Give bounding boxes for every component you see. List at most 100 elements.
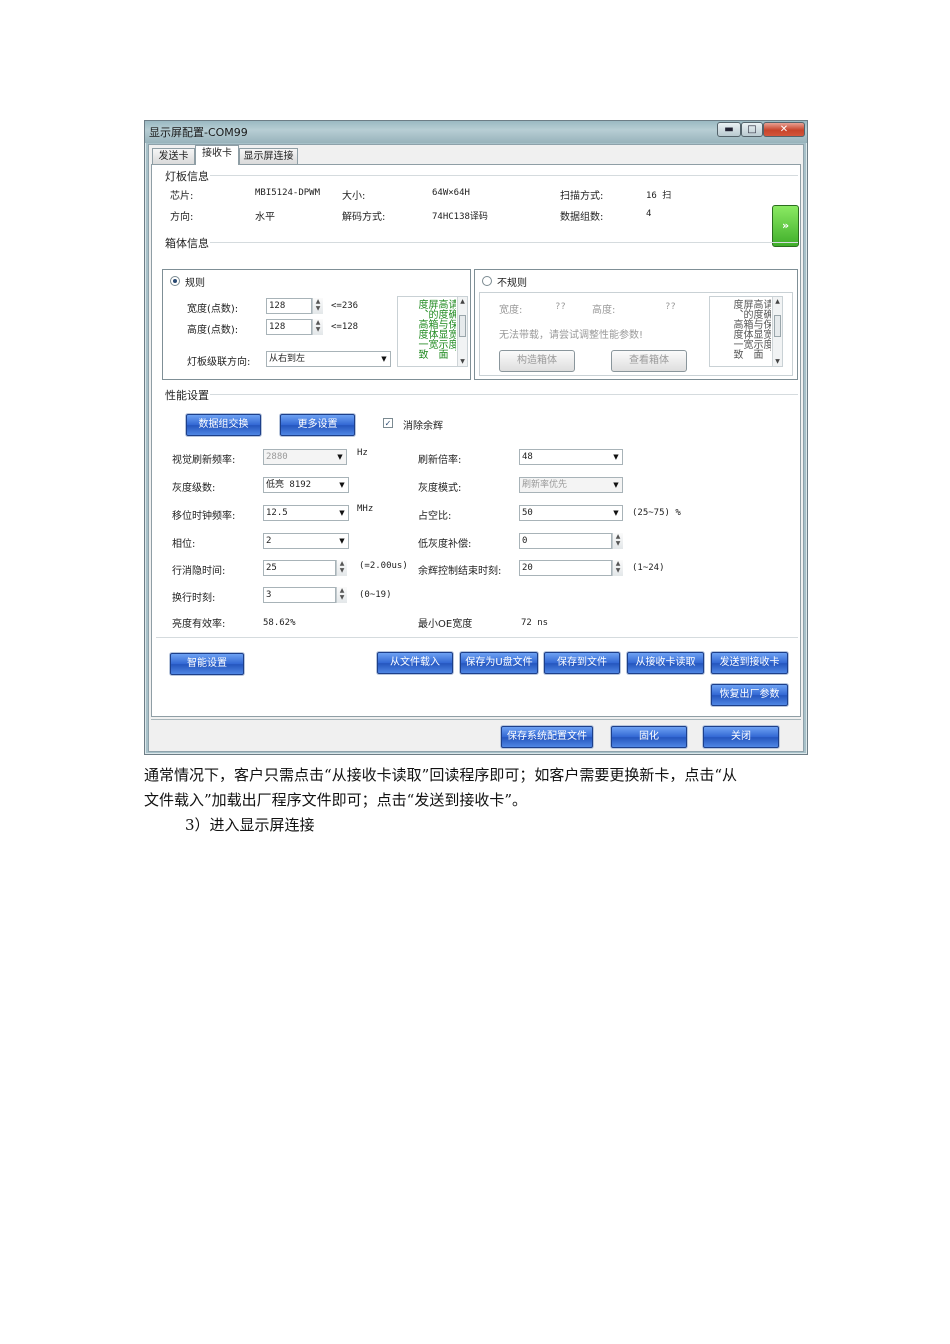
box-height-spinner[interactable]: ▲ ▼ xyxy=(312,319,323,335)
minimize-button[interactable]: ▬ xyxy=(717,122,741,137)
brightness-eff-label: 亮度有效率: xyxy=(172,619,226,630)
close-button[interactable]: 关闭 xyxy=(703,726,779,748)
irregular-label: 不规则 xyxy=(497,278,527,289)
irregular-box-group: 不规则 宽度: ?? 高度: ?? 无法带载，请尝试调整性能参数! 构造箱体 查… xyxy=(474,269,798,380)
gray-mode-select[interactable]: 刷新率优先 xyxy=(519,477,623,493)
chevron-down-icon[interactable]: ▼ xyxy=(610,450,622,464)
phase-label: 相位: xyxy=(172,539,196,550)
close-icon: ✕ xyxy=(779,124,789,135)
low-gray-input[interactable]: 0 xyxy=(519,533,612,549)
irregular-height-value: ?? xyxy=(665,302,676,312)
solidify-button[interactable]: 固化 xyxy=(611,726,687,748)
minimize-icon: ▬ xyxy=(724,124,734,135)
ghost-elimination-label: 消除余辉 xyxy=(403,421,443,432)
shift-clock-label: 移位时钟频率: xyxy=(172,511,236,522)
save-system-config-button[interactable]: 保存系统配置文件 xyxy=(501,726,593,748)
close-window-button[interactable]: ✕ xyxy=(763,122,805,137)
irregular-height-label: 高度: xyxy=(592,305,616,316)
refresh-multiple-select[interactable]: 48 xyxy=(519,449,623,465)
cascade-select[interactable]: 从右到左 xyxy=(266,351,391,367)
afterglow-end-input[interactable]: 20 xyxy=(519,560,612,576)
cascade-label: 灯板级联方向: xyxy=(187,357,251,368)
irregular-hint-scrollbar[interactable]: ▲ ▼ xyxy=(772,297,782,366)
box-width-label: 宽度(点数): xyxy=(187,304,239,315)
irregular-hint-text: 请确保宽度、高度与显示面屏的箱体宽度、高度一致 xyxy=(731,299,771,359)
blanking-input[interactable]: 25 xyxy=(263,560,336,576)
irregular-hint-frame: 请确保宽度、高度与显示面屏的箱体宽度、高度一致 ▲ ▼ xyxy=(709,296,783,367)
afterglow-end-spinner[interactable]: ▲ ▼ xyxy=(612,560,623,576)
afterglow-end-label: 余辉控制结束时刻: xyxy=(418,566,502,577)
irregular-warning: 无法带载，请尝试调整性能参数! xyxy=(499,330,644,341)
visual-refresh-label: 视觉刷新频率: xyxy=(172,455,236,466)
duty-range: (25~75) % xyxy=(632,508,681,518)
chip-value: MBI5124-DPWM xyxy=(255,188,321,198)
save-usb-file-button[interactable]: 保存为U盘文件 xyxy=(460,652,538,674)
low-gray-spinner[interactable]: ▲ ▼ xyxy=(612,533,623,549)
lamp-info-divider xyxy=(210,175,798,176)
regular-radio[interactable] xyxy=(170,276,180,286)
direction-value: 水平 xyxy=(255,212,275,223)
blanking-spinner[interactable]: ▲ ▼ xyxy=(336,560,347,576)
construct-box-button[interactable]: 构造箱体 xyxy=(499,350,575,372)
blanking-label: 行消隐时间: xyxy=(172,566,226,577)
decode-label: 解码方式: xyxy=(342,212,386,223)
gray-level-label: 灰度级数: xyxy=(172,483,216,494)
line-change-input[interactable]: 3 xyxy=(263,587,336,603)
tab-receive-card[interactable]: 接收卡 xyxy=(195,145,239,165)
instruction-paragraph-line2: 文件载入”加载出厂程序文件即可；点击“发送到接收卡”。 xyxy=(144,791,528,809)
line-change-label: 换行时刻: xyxy=(172,593,216,604)
window-title: 显示屏配置-COM99 xyxy=(149,126,248,139)
actions-divider xyxy=(156,637,798,638)
smart-setup-button[interactable]: 智能设置 xyxy=(170,653,244,675)
data-groups-label: 数据组数: xyxy=(560,212,604,223)
view-box-button[interactable]: 查看箱体 xyxy=(611,350,687,372)
duty-label: 占空比: xyxy=(418,511,452,522)
min-oe-label: 最小OE宽度 xyxy=(418,619,473,630)
chevron-down-icon[interactable]: ▼ xyxy=(336,534,348,548)
chevron-down-icon: ▼ xyxy=(613,481,619,489)
instruction-paragraph-line1: 通常情况下，客户只需点击“从接收卡读取”回读程序即可；如客户需要更换新卡，点击“… xyxy=(144,766,738,784)
more-settings-button[interactable]: 更多设置 xyxy=(280,414,355,436)
next-step-button[interactable]: » xyxy=(772,205,799,247)
box-height-input[interactable]: 128 xyxy=(266,319,312,335)
chevron-down-icon[interactable]: ▼ xyxy=(378,352,390,366)
irregular-width-label: 宽度: xyxy=(499,305,523,316)
box-width-spinner[interactable]: ▲ ▼ xyxy=(312,298,323,314)
regular-hint-frame: 请确保宽度、高度与显示面屏的箱体宽度、高度一致 ▲ ▼ xyxy=(397,296,468,367)
tab-screen-connection[interactable]: 显示屏连接 xyxy=(239,148,298,165)
duty-select[interactable]: 50 xyxy=(519,505,623,521)
regular-box-group: 规则 宽度(点数): 128 ▲ ▼ <=236 高度(点数): 128 ▲ ▼ <… xyxy=(162,269,471,380)
line-change-range: (0~19) xyxy=(359,590,392,600)
box-height-limit: <=128 xyxy=(331,322,359,332)
maximize-button[interactable]: □ xyxy=(741,122,763,137)
title-bar[interactable]: 显示屏配置-COM99 ▬ □ ✕ xyxy=(145,121,807,143)
min-oe-value: 72 ns xyxy=(521,618,549,628)
receive-card-panel: 灯板信息 芯片: MBI5124-DPWM 大小: 64W×64H 扫描方式: … xyxy=(151,164,801,717)
ghost-elimination-checkbox[interactable]: ✓ xyxy=(383,418,393,428)
maximize-icon: □ xyxy=(747,124,757,135)
regular-hint-scrollbar[interactable]: ▲ ▼ xyxy=(457,297,467,366)
regular-label: 规则 xyxy=(185,278,205,289)
shift-clock-unit: MHz xyxy=(357,504,374,514)
chevron-down-icon[interactable]: ▼ xyxy=(336,478,348,492)
data-group-swap-button[interactable]: 数据组交换 xyxy=(186,414,261,436)
restore-factory-button[interactable]: 恢复出厂参数 xyxy=(711,684,788,706)
irregular-radio[interactable] xyxy=(482,276,492,286)
chevron-down-icon[interactable]: ▼ xyxy=(610,506,622,520)
save-to-file-button[interactable]: 保存到文件 xyxy=(544,652,620,674)
line-change-spinner[interactable]: ▲ ▼ xyxy=(336,587,347,603)
step-heading: 3）进入显示屏连接 xyxy=(185,816,315,834)
irregular-width-value: ?? xyxy=(555,302,566,312)
tab-send-card[interactable]: 发送卡 xyxy=(152,148,195,165)
chevron-down-icon[interactable]: ▼ xyxy=(336,506,348,520)
scan-value: 16 扫 xyxy=(646,191,672,201)
afterglow-end-range: (1~24) xyxy=(632,563,665,573)
box-width-input[interactable]: 128 xyxy=(266,298,312,314)
gray-mode-label: 灰度模式: xyxy=(418,483,462,494)
footer-divider xyxy=(151,719,801,720)
read-from-receiver-button[interactable]: 从接收卡读取 xyxy=(627,652,704,674)
send-to-receiver-button[interactable]: 发送到接收卡 xyxy=(711,652,788,674)
load-from-file-button[interactable]: 从文件载入 xyxy=(377,652,453,674)
box-info-divider xyxy=(210,242,798,243)
chip-label: 芯片: xyxy=(170,191,194,202)
